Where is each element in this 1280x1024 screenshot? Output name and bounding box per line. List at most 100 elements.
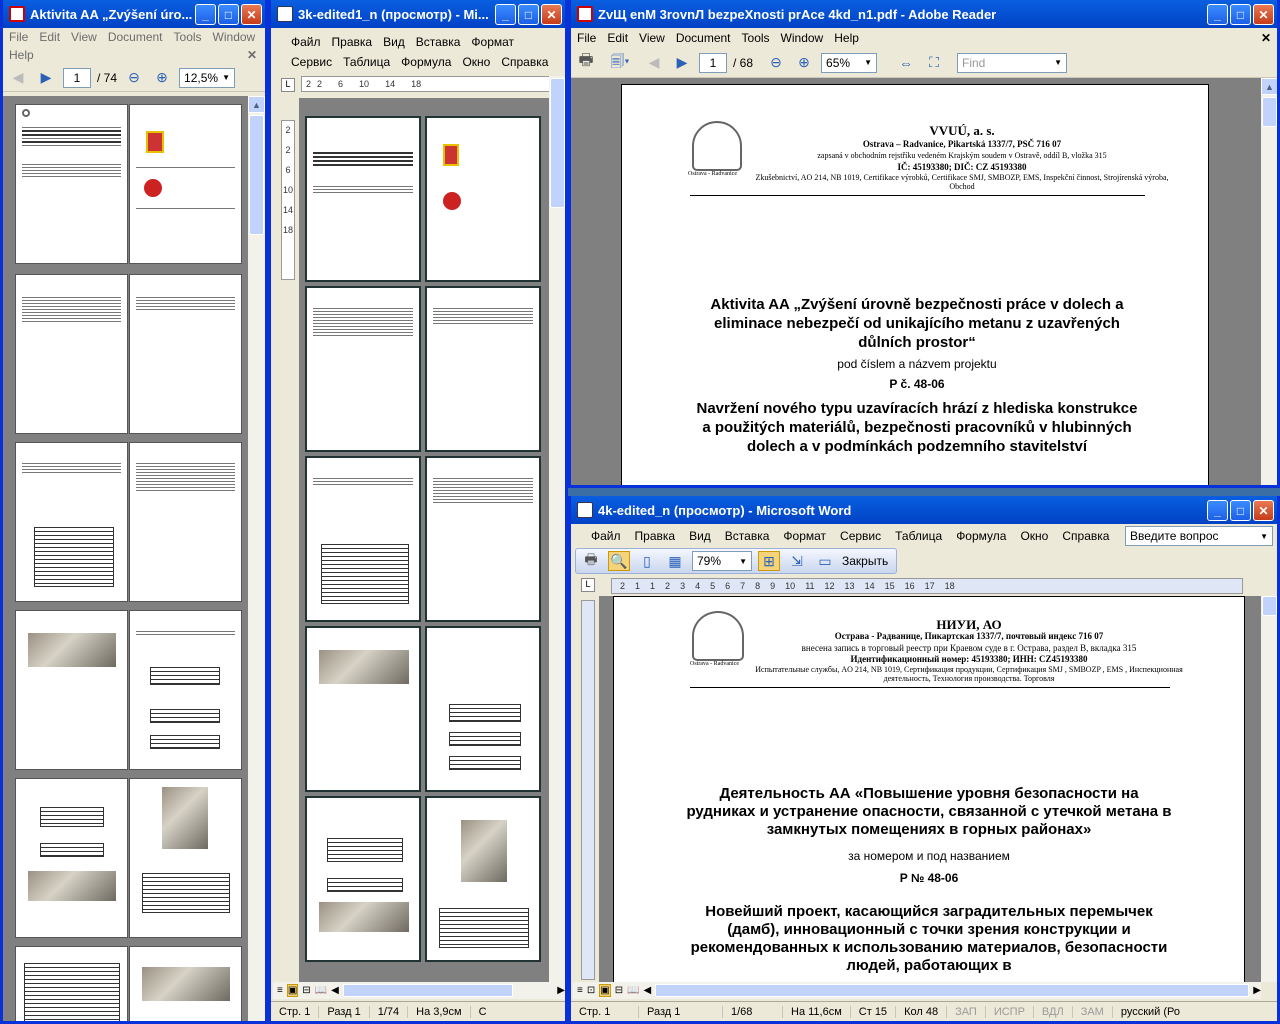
tab-selector[interactable]: L — [281, 78, 295, 92]
maximize-button[interactable]: □ — [1230, 500, 1251, 521]
prev-page-icon[interactable]: ◀ — [643, 53, 665, 73]
zoom-out-icon[interactable]: ⊖ — [123, 68, 145, 88]
scroll-left-icon[interactable]: ◀ — [331, 985, 339, 996]
maximize-button[interactable]: □ — [1230, 4, 1251, 25]
menu-document[interactable]: Document — [676, 31, 731, 45]
thumb-page[interactable] — [425, 116, 541, 282]
menu-tools[interactable]: Tools — [174, 30, 202, 44]
thumb-page[interactable] — [129, 442, 242, 602]
horizontal-ruler[interactable]: 2 1 1 2 3 4 5 6 7 8 9 10 11 12 13 14 15 16 17 18 — [611, 578, 1243, 594]
prev-page-icon[interactable]: ◀ — [7, 68, 29, 88]
normal-view-icon[interactable]: ≡ — [277, 985, 283, 996]
title-bar[interactable]: 4k-edited_n (просмотр) - Microsoft Word … — [571, 496, 1277, 524]
zoom-in-icon[interactable]: ⊕ — [151, 68, 173, 88]
menu-window[interactable]: Окно — [1020, 529, 1048, 543]
thumb-page[interactable] — [15, 274, 128, 434]
thumb-page[interactable] — [305, 626, 421, 792]
normal-view-icon[interactable]: ≡ — [577, 985, 583, 996]
menu-document[interactable]: Document — [108, 30, 163, 44]
thumb-page[interactable] — [15, 104, 128, 264]
thumb-page[interactable] — [129, 610, 242, 770]
thumb-page[interactable] — [129, 778, 242, 938]
outline-view-icon[interactable]: ⊟ — [302, 985, 310, 996]
menu-help[interactable]: Справка — [1062, 529, 1109, 543]
thumb-page[interactable] — [305, 456, 421, 622]
thumb-page[interactable] — [425, 286, 541, 452]
vertical-scrollbar[interactable] — [1261, 596, 1277, 982]
menu-edit[interactable]: Правка — [635, 529, 676, 543]
vertical-ruler[interactable] — [581, 600, 595, 980]
minimize-button[interactable]: _ — [1207, 500, 1228, 521]
thumb-page[interactable] — [15, 946, 128, 1021]
title-bar[interactable]: Aktivita AA „Zvýšení úro... _ □ ✕ — [3, 0, 265, 28]
status-ovr[interactable]: ЗАМ — [1073, 1005, 1113, 1018]
print-icon[interactable]: 🖶 — [580, 551, 602, 571]
status-trk[interactable]: ИСПР — [986, 1005, 1034, 1018]
scroll-right-icon[interactable]: ▶ — [1253, 985, 1261, 996]
close-button[interactable]: ✕ — [1253, 500, 1274, 521]
thumb-page[interactable] — [129, 104, 242, 264]
web-view-icon[interactable]: ⊡ — [587, 985, 595, 996]
menu-help[interactable]: Справка — [501, 55, 548, 69]
thumb-page[interactable] — [305, 286, 421, 452]
menu-view[interactable]: Вид — [383, 35, 405, 49]
menu-tools[interactable]: Сервис — [840, 529, 881, 543]
thumb-page[interactable] — [15, 778, 128, 938]
close-preview-button[interactable]: Закрыть — [842, 554, 888, 568]
menu-insert[interactable]: Вставка — [416, 35, 461, 49]
page-number-input[interactable]: 1 — [63, 67, 91, 88]
vertical-scrollbar[interactable]: ▲ — [1261, 78, 1277, 485]
fit-width-icon[interactable]: ⇔ — [895, 53, 917, 73]
scroll-left-icon[interactable]: ◀ — [644, 985, 652, 996]
ruler-toggle-icon[interactable]: ⊞ — [758, 551, 780, 571]
menu-help[interactable]: Help — [834, 31, 859, 45]
title-bar[interactable]: 3k-edited1_n (просмотр) - Mi... _ □ ✕ — [271, 0, 565, 28]
menu-view[interactable]: Вид — [689, 529, 711, 543]
thumb-page[interactable] — [425, 796, 541, 962]
menu-view[interactable]: View — [639, 31, 665, 45]
thumb-page[interactable] — [305, 116, 421, 282]
close-button[interactable]: ✕ — [1253, 4, 1274, 25]
menu-view[interactable]: View — [71, 30, 97, 44]
ask-question-input[interactable]: Введите вопрос ▼ — [1125, 526, 1273, 546]
thumb-page[interactable] — [129, 274, 242, 434]
minimize-button[interactable]: _ — [195, 4, 216, 25]
menu-format[interactable]: Формат — [783, 529, 826, 543]
zoom-out-icon[interactable]: ⊖ — [765, 53, 787, 73]
thumb-page[interactable] — [305, 796, 421, 962]
minimize-button[interactable]: _ — [1207, 4, 1228, 25]
layout-view-icon[interactable]: ▣ — [286, 984, 299, 997]
close-button[interactable]: ✕ — [241, 4, 262, 25]
scroll-right-icon[interactable]: ▶ — [557, 985, 565, 996]
full-screen-icon[interactable]: ▭ — [814, 551, 836, 571]
vertical-scrollbar[interactable]: ▲ — [248, 96, 265, 1021]
menu-edit[interactable]: Edit — [39, 30, 60, 44]
menu-edit[interactable]: Edit — [607, 31, 628, 45]
page-number-input[interactable]: 1 — [699, 52, 727, 73]
next-page-icon[interactable]: ▶ — [671, 53, 693, 73]
title-bar[interactable]: ZvЩ enM 3rovnЛ bezpeXnosti prAce 4kd_n1.… — [571, 0, 1277, 28]
find-input[interactable]: Find ▼ — [957, 52, 1068, 73]
menu-file[interactable]: Файл — [291, 35, 321, 49]
magnifier-icon[interactable]: 🔍 — [608, 551, 630, 571]
organizer-icon[interactable]: 🗐▾ — [603, 53, 637, 73]
minimize-button[interactable]: _ — [495, 4, 516, 25]
close-doc-icon[interactable]: ✕ — [1261, 31, 1271, 45]
zoom-in-icon[interactable]: ⊕ — [793, 53, 815, 73]
horizontal-scrollbar[interactable]: ≡ ▣ ⊟ 📖 ◀ ▶ — [273, 982, 565, 999]
print-icon[interactable]: 🖶 — [575, 52, 597, 73]
vertical-ruler[interactable]: 2 2 6 10 14 18 — [281, 120, 295, 280]
close-doc-icon[interactable]: ✕ — [247, 48, 257, 62]
tab-selector[interactable]: L — [581, 578, 595, 592]
menu-edit[interactable]: Правка — [332, 35, 373, 49]
thumb-page[interactable] — [15, 610, 128, 770]
thumb-page[interactable] — [129, 946, 242, 1021]
layout-view-icon[interactable]: ▣ — [599, 984, 611, 997]
menu-formula[interactable]: Формула — [401, 55, 451, 69]
maximize-button[interactable]: □ — [518, 4, 539, 25]
status-ext[interactable]: ВДЛ — [1034, 1005, 1073, 1018]
menu-format[interactable]: Формат — [471, 35, 514, 49]
menu-window[interactable]: Окно — [462, 55, 490, 69]
outline-view-icon[interactable]: ⊟ — [615, 985, 623, 996]
maximize-button[interactable]: □ — [218, 4, 239, 25]
